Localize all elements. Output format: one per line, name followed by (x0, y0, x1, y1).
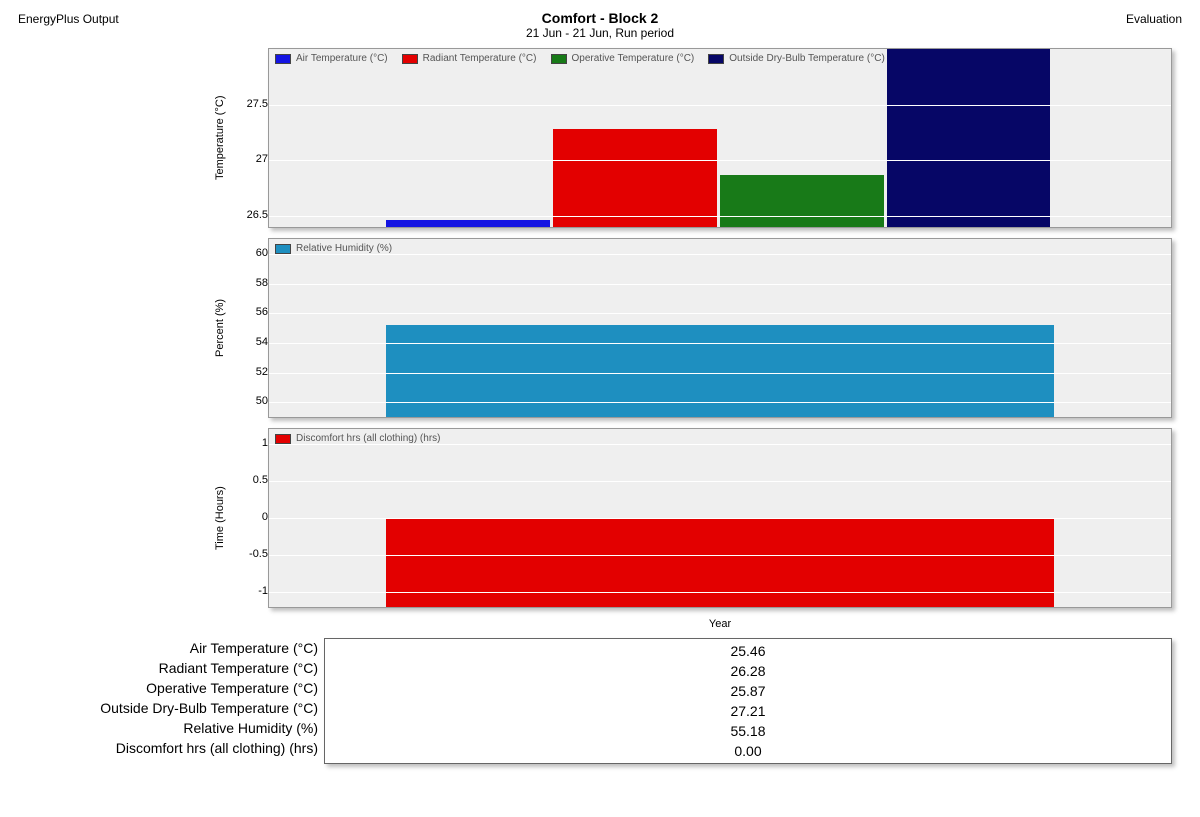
ytick: 27 (256, 153, 268, 165)
ytick: 0.5 (253, 474, 268, 486)
table-row-value: 25.87 (325, 681, 1171, 701)
summary-table-labels: Air Temperature (°C)Radiant Temperature … (36, 638, 324, 764)
legend-item: Air Temperature (°C) (275, 53, 388, 64)
table-row-label: Radiant Temperature (°C) (36, 658, 318, 678)
table-row-value: 27.21 (325, 701, 1171, 721)
ytick: 52 (256, 366, 268, 378)
table-row-label: Relative Humidity (%) (36, 718, 318, 738)
summary-table: Air Temperature (°C)Radiant Temperature … (36, 638, 1172, 764)
ytick: 60 (256, 247, 268, 259)
table-row-value: 0.00 (325, 741, 1171, 761)
ytick: -1 (258, 585, 268, 597)
legend-item: Operative Temperature (°C) (551, 53, 695, 64)
bar (386, 220, 550, 227)
chart-discomfort: Time (Hours) 10.50-0.5-1 Discomfort hrs … (212, 428, 1172, 608)
legend-label: Air Temperature (°C) (296, 53, 388, 64)
yticks-humidity: 60 58 56 54 52 50 (230, 238, 268, 416)
legend-swatch (275, 54, 291, 64)
legend-item: Relative Humidity (%) (275, 243, 392, 254)
table-row-label: Operative Temperature (°C) (36, 678, 318, 698)
table-row-value: 25.46 (325, 641, 1171, 661)
plot-humidity: Relative Humidity (%) (268, 238, 1172, 418)
table-row-value: 26.28 (325, 661, 1171, 681)
legend-label: Radiant Temperature (°C) (423, 53, 537, 64)
chart-humidity: Percent (%) 60 58 56 54 52 50 Relative Humidi… (212, 238, 1172, 418)
legend-humidity: Relative Humidity (%) (269, 239, 1171, 258)
legend-swatch (402, 54, 418, 64)
yticks-temperature: 27.5 27 26.5 (230, 48, 268, 226)
chart-header: EnergyPlus Output Comfort - Block 2 21 J… (18, 10, 1182, 40)
legend-discomfort: Discomfort hrs (all clothing) (hrs) (269, 429, 1171, 448)
ytick: 56 (256, 306, 268, 318)
ylabel-discomfort: Time (Hours) (212, 428, 230, 608)
legend-label: Operative Temperature (°C) (572, 53, 695, 64)
legend-label: Outside Dry-Bulb Temperature (°C) (729, 53, 885, 64)
bar (386, 325, 1053, 417)
table-row-label: Outside Dry-Bulb Temperature (°C) (36, 698, 318, 718)
legend-item: Radiant Temperature (°C) (402, 53, 537, 64)
legend-swatch (275, 434, 291, 444)
ylabel-humidity: Percent (%) (212, 238, 230, 418)
xlabel: Year (212, 618, 1172, 630)
summary-table-values: 25.4626.2825.8727.2155.180.00 (324, 638, 1172, 764)
plot-temperature: Air Temperature (°C) Radiant Temperature … (268, 48, 1172, 228)
table-row-value: 55.18 (325, 721, 1171, 741)
legend-item: Outside Dry-Bulb Temperature (°C) (708, 53, 885, 64)
header-left: EnergyPlus Output (18, 12, 119, 26)
bar (553, 129, 717, 227)
ytick: 26.5 (247, 209, 268, 221)
ytick: 54 (256, 336, 268, 348)
page-title: Comfort - Block 2 (18, 10, 1182, 26)
ytick: 27.5 (247, 98, 268, 110)
legend-swatch (708, 54, 724, 64)
chart-temperature: Temperature (°C) 27.5 27 26.5 Air Temperat… (212, 48, 1172, 228)
legend-swatch (275, 244, 291, 254)
bar (386, 518, 1053, 607)
legend-swatch (551, 54, 567, 64)
table-row-label: Air Temperature (°C) (36, 638, 318, 658)
ylabel-temperature: Temperature (°C) (212, 48, 230, 228)
plot-discomfort: Discomfort hrs (all clothing) (hrs) (268, 428, 1172, 608)
ytick: 50 (256, 395, 268, 407)
bar (720, 175, 884, 227)
legend-item: Discomfort hrs (all clothing) (hrs) (275, 433, 440, 444)
ytick: -0.5 (249, 548, 268, 560)
legend-label: Relative Humidity (%) (296, 243, 392, 254)
yticks-discomfort: 10.50-0.5-1 (230, 428, 268, 606)
page-subtitle: 21 Jun - 21 Jun, Run period (18, 26, 1182, 40)
legend-temperature: Air Temperature (°C) Radiant Temperature … (269, 49, 1171, 68)
header-right: Evaluation (1126, 12, 1182, 26)
bar (887, 49, 1051, 227)
ytick: 58 (256, 277, 268, 289)
table-row-label: Discomfort hrs (all clothing) (hrs) (36, 738, 318, 758)
legend-label: Discomfort hrs (all clothing) (hrs) (296, 433, 440, 444)
